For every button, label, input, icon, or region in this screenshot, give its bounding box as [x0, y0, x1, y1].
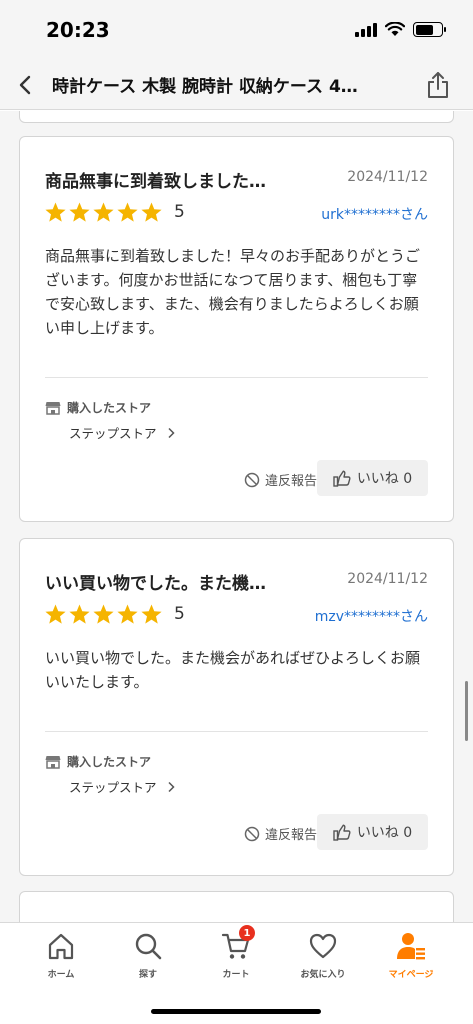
battery-icon	[413, 22, 446, 37]
like-label: いいね 0	[356, 471, 413, 487]
star-icon	[117, 604, 138, 624]
tab-label: マイページ	[388, 970, 434, 980]
chevron-right-icon	[167, 427, 175, 438]
tab-label: カート	[222, 970, 250, 980]
review-title: 商品無事に到着致しました…	[45, 172, 266, 192]
review-title: いい買い物でした。また機…	[45, 574, 266, 594]
tab-search[interactable]: 探す	[113, 931, 183, 991]
star-icon	[69, 202, 90, 222]
chevron-right-icon	[167, 781, 175, 792]
user-icon	[397, 933, 425, 960]
star-icon	[69, 604, 90, 624]
store-link[interactable]: ステップストア	[69, 777, 175, 796]
scrollbar[interactable]	[465, 681, 468, 741]
reviewer-name[interactable]: urk********さん	[321, 204, 428, 224]
thumbs-up-icon	[333, 470, 351, 487]
search-icon	[135, 933, 162, 960]
status-bar: 20:23	[0, 0, 473, 60]
purchased-store-row: 購入したストア	[45, 399, 151, 416]
home-indicator	[151, 1009, 321, 1014]
tab-home[interactable]: ホーム	[26, 931, 96, 991]
store-name: ステップストア	[69, 780, 157, 795]
divider	[45, 377, 428, 378]
rating-value: 5	[174, 604, 185, 624]
report-label: 違反報告	[264, 828, 317, 843]
purchased-store-row: 購入したストア	[45, 753, 151, 770]
star-icon	[45, 604, 66, 624]
cart-icon-wrap: 1	[221, 925, 255, 961]
tab-favorites[interactable]: お気に入り	[288, 931, 358, 991]
store-label: 購入したストア	[67, 401, 152, 415]
star-icon	[93, 202, 114, 222]
tab-label: ホーム	[47, 970, 75, 980]
cart-badge: 1	[239, 925, 255, 941]
page-title: 時計ケース 木製 腕時計 収納ケース 4…	[52, 77, 358, 97]
star-icon	[45, 202, 66, 222]
tab-bar: ホーム 探す 1 カート お気に入り マイページ	[0, 922, 473, 1024]
review-body: 商品無事に到着致しました！早々のお手配ありがとうございます。何度かお世話になつて…	[45, 247, 421, 337]
prohibited-icon	[244, 472, 260, 487]
report-label: 違反報告	[264, 474, 317, 489]
back-icon[interactable]	[14, 72, 38, 98]
store-name: ステップストア	[69, 426, 157, 441]
heart-icon	[309, 933, 337, 959]
review-card: 商品無事に到着致しました… 2024/11/12 5 urk********さん…	[19, 136, 454, 522]
like-label: いいね 0	[356, 825, 413, 841]
thumbs-up-icon	[333, 824, 351, 841]
status-time: 20:23	[46, 18, 110, 42]
home-icon	[48, 933, 74, 960]
report-button[interactable]: 違反報告	[244, 824, 317, 843]
store-icon	[45, 401, 61, 415]
review-body: いい買い物でした。また機会があればぜひよろしくお願いいたします。	[45, 649, 421, 691]
star-rating	[44, 603, 163, 626]
tab-label: 探す	[138, 970, 157, 980]
star-icon	[93, 604, 114, 624]
divider	[45, 731, 428, 732]
review-card	[19, 111, 454, 123]
tab-cart[interactable]: 1 カート	[201, 925, 271, 991]
review-date: 2024/11/12	[347, 571, 428, 587]
share-icon[interactable]	[425, 70, 451, 100]
star-rating	[44, 201, 163, 224]
nav-bar: 時計ケース 木製 腕時計 収納ケース 4…	[0, 60, 473, 110]
review-list[interactable]: 商品無事に到着致しました… 2024/11/12 5 urk********さん…	[0, 111, 473, 922]
reviewer-name[interactable]: mzv********さん	[315, 606, 428, 626]
report-button[interactable]: 違反報告	[244, 470, 317, 489]
store-icon	[45, 755, 61, 769]
star-icon	[141, 604, 162, 624]
like-button[interactable]: いいね 0	[317, 814, 428, 850]
store-label: 購入したストア	[67, 755, 152, 769]
wifi-icon	[385, 22, 405, 36]
cellular-signal-icon	[355, 22, 377, 37]
tab-mypage[interactable]: マイページ	[376, 931, 446, 991]
review-date: 2024/11/12	[347, 169, 428, 185]
star-icon	[141, 202, 162, 222]
tab-label: お気に入り	[300, 970, 346, 980]
like-button[interactable]: いいね 0	[317, 460, 428, 496]
review-card	[19, 891, 454, 922]
star-icon	[117, 202, 138, 222]
store-link[interactable]: ステップストア	[69, 423, 175, 442]
rating-value: 5	[174, 202, 185, 222]
status-icons	[355, 22, 446, 37]
review-card: いい買い物でした。また機… 2024/11/12 5 mzv********さん…	[19, 538, 454, 876]
prohibited-icon	[244, 826, 260, 841]
